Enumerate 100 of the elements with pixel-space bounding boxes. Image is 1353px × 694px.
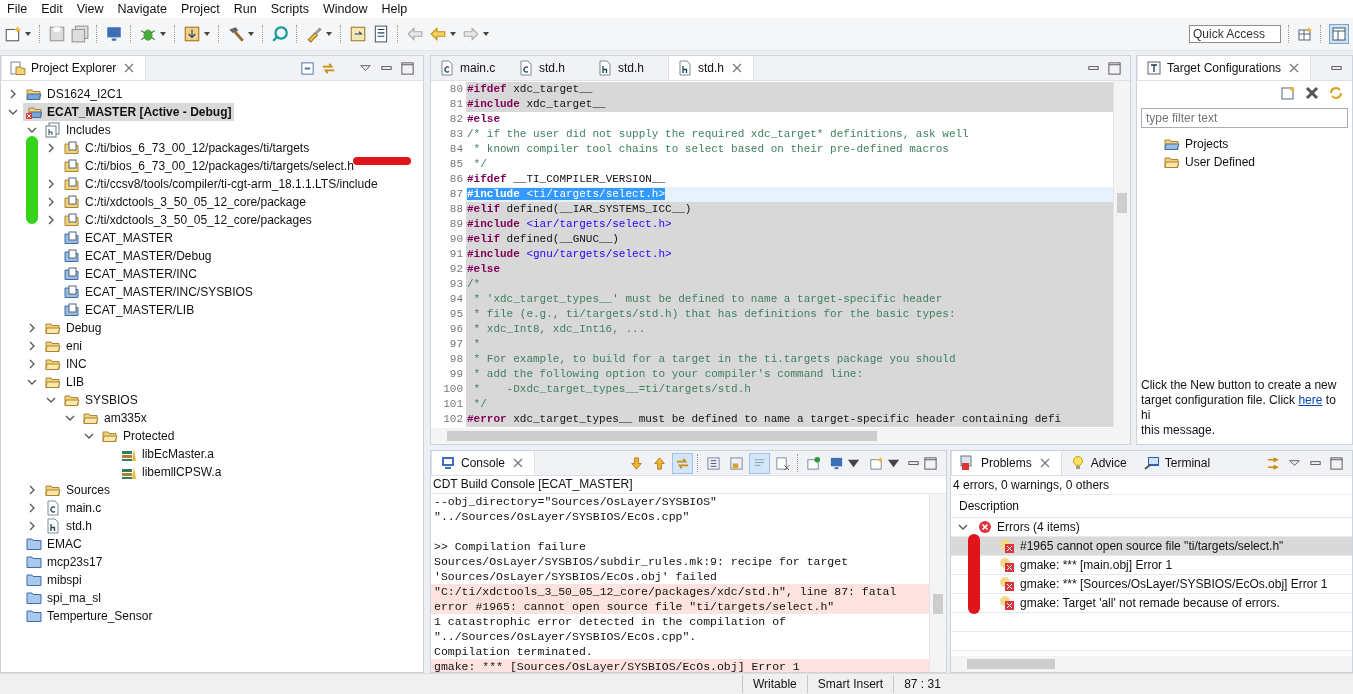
problem-item[interactable]: gmake: Target 'all' not remade because of errors. (951, 594, 1352, 612)
save-icon[interactable] (48, 25, 66, 43)
tree-item[interactable]: LIB (42, 373, 87, 391)
tree-item[interactable]: libEcMaster.a (118, 445, 218, 463)
document-lines-icon[interactable] (372, 25, 390, 43)
monitor-icon[interactable] (105, 25, 123, 43)
tree-item[interactable]: User Defined (1161, 153, 1259, 171)
filter-icon[interactable] (1266, 455, 1281, 471)
chevron-icon[interactable] (27, 341, 37, 351)
tree-item[interactable]: C:/ti/xdctools_3_50_05_12_core/package (61, 193, 309, 211)
tree-item[interactable]: ECAT_MASTER (61, 229, 176, 247)
view-tab[interactable]: Advice (1061, 451, 1136, 475)
chevron-icon[interactable] (84, 431, 94, 441)
tree-item[interactable]: C:/ti/bios_6_73_00_12/packages/ti/targets/select.h (61, 157, 357, 175)
problem-item[interactable]: gmake: *** [Sources/OsLayer/SYSBIOS/EcOs.obj] Error 1 (951, 575, 1352, 593)
vertical-scrollbar[interactable] (1113, 81, 1130, 428)
caret-icon[interactable] (482, 31, 490, 37)
menu-item[interactable]: Window (315, 2, 375, 16)
chevron-icon[interactable] (8, 107, 18, 117)
caret-icon[interactable] (159, 31, 167, 37)
problem-item[interactable]: gmake: *** [main.obj] Error 1 (951, 556, 1352, 574)
caret-icon[interactable] (203, 31, 211, 37)
chevron-icon[interactable] (27, 359, 37, 369)
delete-icon[interactable] (1304, 85, 1320, 101)
view-tab[interactable]: Terminal (1135, 451, 1220, 475)
tree-item[interactable]: ECAT_MASTER/INC/SYSBIOS (61, 283, 256, 301)
chevron-icon[interactable] (27, 377, 37, 387)
error-group[interactable]: Errors (4 items) (951, 518, 1080, 536)
search-icon[interactable] (271, 25, 289, 43)
chevron-icon[interactable] (8, 89, 18, 99)
tree-item[interactable]: mcp23s17 (23, 553, 106, 571)
tree-item[interactable]: Protected (99, 427, 178, 445)
horizontal-scrollbar[interactable] (951, 656, 1352, 672)
tree-item[interactable]: SYSBIOS (61, 391, 141, 409)
tree-item[interactable]: INC (42, 355, 90, 373)
editor-tab[interactable]: std.h (510, 56, 589, 80)
problem-item[interactable]: #1965 cannot open source file "ti/targets/select.h" (951, 537, 1352, 555)
chevron-icon[interactable] (46, 395, 56, 405)
menu-item[interactable]: Run (226, 2, 264, 16)
chevron-icon[interactable] (958, 522, 968, 532)
chevron-icon[interactable] (27, 485, 37, 495)
perspective-button[interactable] (1329, 24, 1349, 44)
chevron-icon[interactable] (27, 503, 37, 513)
menu-item[interactable]: Navigate (110, 2, 174, 16)
open-perspective-icon[interactable] (1297, 26, 1313, 42)
collapse-all-icon[interactable] (300, 60, 315, 76)
tree-item[interactable]: main.c (42, 499, 105, 517)
chevron-icon[interactable] (65, 413, 75, 423)
caret-icon[interactable] (449, 31, 457, 37)
chevron-icon[interactable] (46, 179, 56, 189)
tree-item[interactable]: am335x (80, 409, 150, 427)
tree-item[interactable]: ECAT_MASTER/LIB (61, 301, 198, 319)
tree-item[interactable]: EMAC (23, 535, 85, 553)
tree-item[interactable]: libemllCPSW.a (118, 463, 225, 481)
tree-item[interactable]: Temperture_Sensor (23, 607, 156, 625)
hammer-icon[interactable] (227, 25, 245, 43)
caret-icon[interactable] (325, 31, 333, 37)
menu-item[interactable]: View (69, 2, 111, 16)
download-icon[interactable] (183, 25, 201, 43)
chevron-icon[interactable] (46, 197, 56, 207)
tree-item[interactable]: C:/ti/bios_6_73_00_12/packages/ti/targets (61, 139, 313, 157)
tree-item[interactable]: std.h (42, 517, 95, 535)
tree-item[interactable]: ECAT_MASTER [Active - Debug] (23, 103, 235, 121)
maximize-icon[interactable] (1107, 60, 1122, 76)
view-tab[interactable]: Target Configurations (1137, 56, 1312, 80)
view-tab[interactable]: Problems (951, 451, 1062, 475)
chevron-icon[interactable] (46, 143, 56, 153)
filter-field[interactable]: type filter text (1141, 108, 1348, 128)
chevron-icon[interactable] (27, 323, 37, 333)
tree-item[interactable]: eni (42, 337, 85, 355)
chevron-icon[interactable] (27, 125, 37, 135)
editor-tab[interactable]: std.h (668, 56, 754, 80)
tree-item[interactable]: DS1624_I2C1 (23, 85, 126, 103)
editor-tab[interactable]: main.c (431, 56, 510, 80)
horizontal-scrollbar[interactable] (431, 428, 1130, 444)
maximize-icon[interactable] (1329, 455, 1344, 471)
quick-access-field[interactable]: Quick Access (1189, 25, 1281, 43)
tree-item[interactable]: ECAT_MASTER/INC (61, 265, 200, 283)
column-header[interactable]: Description (951, 494, 1352, 518)
maximize-icon[interactable] (923, 455, 938, 471)
hide-message-link[interactable]: here (1298, 393, 1323, 407)
tree-item[interactable]: C:/ti/ccsv8/tools/compiler/ti-cgt-arm_18.1.1.LTS/include (61, 175, 381, 193)
tree-item[interactable]: Includes (42, 121, 114, 139)
tree-item[interactable]: Sources (42, 481, 114, 499)
tree-item[interactable]: ECAT_MASTER/Debug (61, 247, 215, 265)
tree-item[interactable]: C:/ti/xdctools_3_50_05_12_core/packages (61, 211, 315, 229)
chevron-icon[interactable] (27, 521, 37, 531)
menu-item[interactable]: Edit (34, 2, 70, 16)
menu-item[interactable]: File (0, 2, 35, 16)
menu-item[interactable]: Help (374, 2, 415, 16)
menu-item[interactable]: Scripts (263, 2, 316, 16)
chevron-icon[interactable] (46, 215, 56, 225)
view-tab[interactable]: Console (431, 451, 536, 475)
menu-item[interactable]: Project (173, 2, 227, 16)
tree-item[interactable]: Debug (42, 319, 105, 337)
new-file-icon[interactable] (4, 25, 22, 43)
caret-icon[interactable] (24, 31, 32, 37)
editor-tab[interactable]: std.h (589, 56, 668, 80)
maximize-icon[interactable] (400, 60, 415, 76)
tree-item[interactable]: mibspi (23, 571, 85, 589)
